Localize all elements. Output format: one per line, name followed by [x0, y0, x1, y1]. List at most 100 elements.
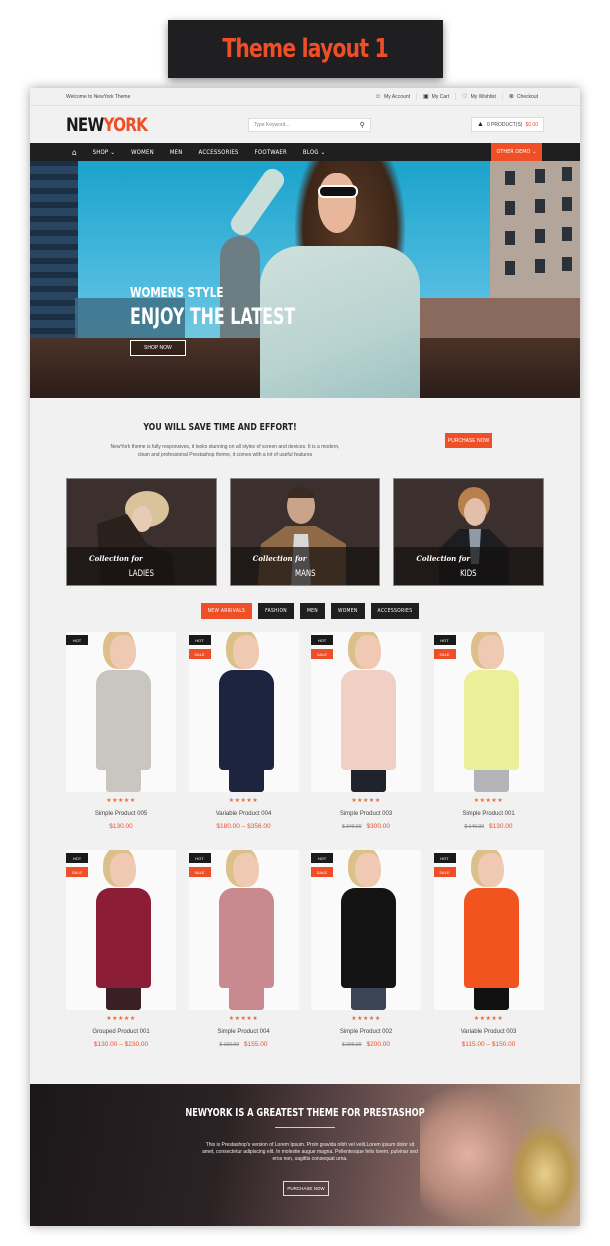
theme-layout-banner: Theme layout 1 — [168, 20, 443, 78]
hero-title: ENJOY THE LATEST — [130, 305, 296, 330]
product-card[interactable]: HOT SALE ★★★★★ Variable Product 004 $180.00 … — [188, 632, 299, 850]
product-grid: HOT ★★★★★ Simple Product 005 $130.00 HOT SALE… — [30, 632, 580, 1068]
product-name[interactable]: Variable Product 003 — [434, 1029, 544, 1035]
current-price: $180.00 – $356.00 — [216, 823, 271, 830]
rating-stars: ★★★★★ — [106, 1016, 136, 1022]
product-card[interactable]: HOT SALE ★★★★★ Grouped Product 001 $130.00 –… — [66, 850, 176, 1068]
product-model — [463, 632, 519, 792]
product-price: $130.00 – $230.00 — [66, 1041, 176, 1048]
product-name[interactable]: Simple Product 004 — [189, 1029, 299, 1035]
nav-accessories[interactable]: ACCESSORIES — [199, 149, 239, 156]
product-name[interactable]: Simple Product 001 — [434, 811, 544, 817]
rating-stars: ★★★★★ — [351, 1016, 381, 1022]
hot-badge: HOT — [433, 635, 456, 645]
rating-stars: ★★★★★ — [228, 1016, 259, 1022]
hot-badge: HOT — [311, 635, 333, 645]
top-bar: Welcome to NewYork Theme ☺ My Account ▣ My… — [30, 88, 580, 106]
product-name[interactable]: Variable Product 004 — [189, 811, 299, 817]
purchase-now-button[interactable]: PURCHASE NOW — [445, 433, 492, 448]
footer-purchase-now-button[interactable]: PURCHASE NOW — [283, 1181, 329, 1196]
product-price: $ 140.00 $130.00 — [434, 823, 544, 830]
checkout-link[interactable]: ⊗ Checkout — [501, 93, 544, 100]
product-model — [218, 850, 274, 1010]
old-price: $ 340.00 — [342, 824, 362, 830]
product-image[interactable]: HOT SALE — [311, 850, 421, 1010]
my-account-link[interactable]: ☺ My Account — [369, 93, 416, 100]
cart-count: 0 PRODUCT(S) — [486, 121, 523, 128]
current-price: $155.00 — [243, 1041, 268, 1048]
collection-kids[interactable]: Collection for KIDS — [393, 478, 545, 586]
search-input[interactable]: Type Keyword... ⚲ — [247, 117, 371, 132]
old-price: $ 160.00 — [219, 1042, 239, 1048]
product-card[interactable]: HOT SALE ★★★★★ Variable Product 003 $115.00 … — [433, 850, 544, 1068]
product-model — [218, 632, 274, 792]
product-card[interactable]: HOT SALE ★★★★★ Simple Product 004 $ 160.00 $1… — [188, 850, 299, 1068]
cart-amount: $0.00 — [525, 121, 538, 128]
chevron-down-icon: ⌄ — [110, 148, 116, 156]
product-image[interactable]: HOT SALE — [433, 632, 544, 792]
current-price: $130.00 — [488, 823, 513, 830]
other-demo-button[interactable]: OTHER DEMO ⌄ — [491, 143, 542, 161]
product-card[interactable]: HOT SALE ★★★★★ Simple Product 002 $ 290.00 $2… — [311, 850, 421, 1068]
product-image[interactable]: HOT SALE — [433, 850, 544, 1010]
product-name[interactable]: Simple Product 002 — [311, 1029, 421, 1035]
chevron-down-icon: ⌄ — [532, 149, 537, 155]
search-placeholder: Type Keyword... — [253, 121, 290, 128]
nav-blog[interactable]: BLOG ⌄ — [303, 149, 325, 156]
storefront-page: Welcome to NewYork Theme ☺ My Account ▣ My… — [30, 88, 580, 1226]
product-image[interactable]: HOT SALE — [66, 850, 176, 1010]
my-wishlist-link[interactable]: ♡ My Wishlist — [455, 93, 502, 100]
product-name[interactable]: Grouped Product 001 — [66, 1029, 176, 1035]
product-card[interactable]: HOT SALE ★★★★★ Simple Product 003 $ 340.00 $3… — [311, 632, 421, 850]
hot-badge: HOT — [433, 853, 456, 863]
tab-fashion[interactable]: FASHION — [258, 603, 294, 619]
current-price: $300.00 — [366, 823, 390, 830]
product-price: $ 340.00 $300.00 — [311, 823, 421, 830]
collection-ladies[interactable]: Collection for LADIES — [66, 478, 217, 586]
collection-mans[interactable]: Collection for MANS — [229, 478, 381, 586]
nav-men[interactable]: MEN — [170, 149, 183, 156]
tab-men[interactable]: MEN — [299, 603, 325, 619]
product-image[interactable]: HOT — [66, 632, 176, 792]
nav-shop[interactable]: SHOP ⌄ — [93, 149, 116, 156]
logo[interactable]: NEWYORK — [66, 114, 148, 136]
nav-footwear[interactable]: FOOTWAER — [255, 149, 287, 156]
hero-subtitle: WOMENS STYLE — [130, 286, 224, 301]
product-card[interactable]: HOT ★★★★★ Simple Product 005 $130.00 — [66, 632, 176, 850]
product-model — [463, 850, 519, 1010]
hero-building-left — [30, 161, 78, 356]
current-price: $130.00 — [109, 823, 133, 830]
hero-caption: WOMENS STYLE ENJOY THE LATEST SHOP NOW — [130, 286, 359, 356]
checkout-icon: ⊗ — [508, 94, 514, 100]
sale-badge: SALE — [311, 867, 333, 877]
product-model — [341, 632, 396, 792]
cart-summary[interactable]: ▲ 0 PRODUCT(S) $0.00 — [470, 117, 544, 132]
sale-badge: SALE — [188, 867, 211, 877]
old-price: $ 290.00 — [342, 1042, 362, 1048]
product-name[interactable]: Simple Product 005 — [66, 811, 176, 817]
hero-slider: WOMENS STYLE ENJOY THE LATEST SHOP NOW — [30, 161, 580, 398]
shop-now-button[interactable]: SHOP NOW — [130, 340, 186, 356]
product-card[interactable]: HOT SALE ★★★★★ Simple Product 001 $ 140.00 $1… — [433, 632, 544, 850]
chevron-down-icon: ⌄ — [320, 148, 326, 156]
rating-stars: ★★★★★ — [351, 798, 381, 804]
product-image[interactable]: HOT SALE — [311, 632, 421, 792]
home-icon[interactable]: ⌂ — [72, 148, 77, 157]
product-model — [341, 850, 396, 1010]
old-price: $ 140.00 — [464, 824, 484, 830]
main-nav: ⌂ SHOP ⌄ WOMEN MEN ACCESSORIES FOOTWAER B… — [30, 143, 580, 161]
tab-accessories[interactable]: ACCESSORIES — [370, 603, 420, 619]
tab-women[interactable]: WOMEN — [330, 603, 365, 619]
welcome-text: Welcome to NewYork Theme — [66, 93, 131, 100]
tab-new-arrivals[interactable]: NEW ARRIVALS — [200, 603, 253, 619]
account-links: ☺ My Account ▣ My Cart ♡ My Wishlist ⊗ Check… — [369, 93, 544, 100]
nav-women[interactable]: WOMEN — [131, 149, 154, 156]
my-cart-link[interactable]: ▣ My Cart — [416, 93, 455, 100]
search-icon[interactable]: ⚲ — [360, 121, 365, 129]
product-model — [96, 632, 151, 792]
rating-stars: ★★★★★ — [228, 798, 259, 804]
product-name[interactable]: Simple Product 003 — [311, 811, 421, 817]
product-image[interactable]: HOT SALE — [188, 632, 299, 792]
product-image[interactable]: HOT SALE — [188, 850, 299, 1010]
basket-icon: ▲ — [476, 121, 484, 128]
